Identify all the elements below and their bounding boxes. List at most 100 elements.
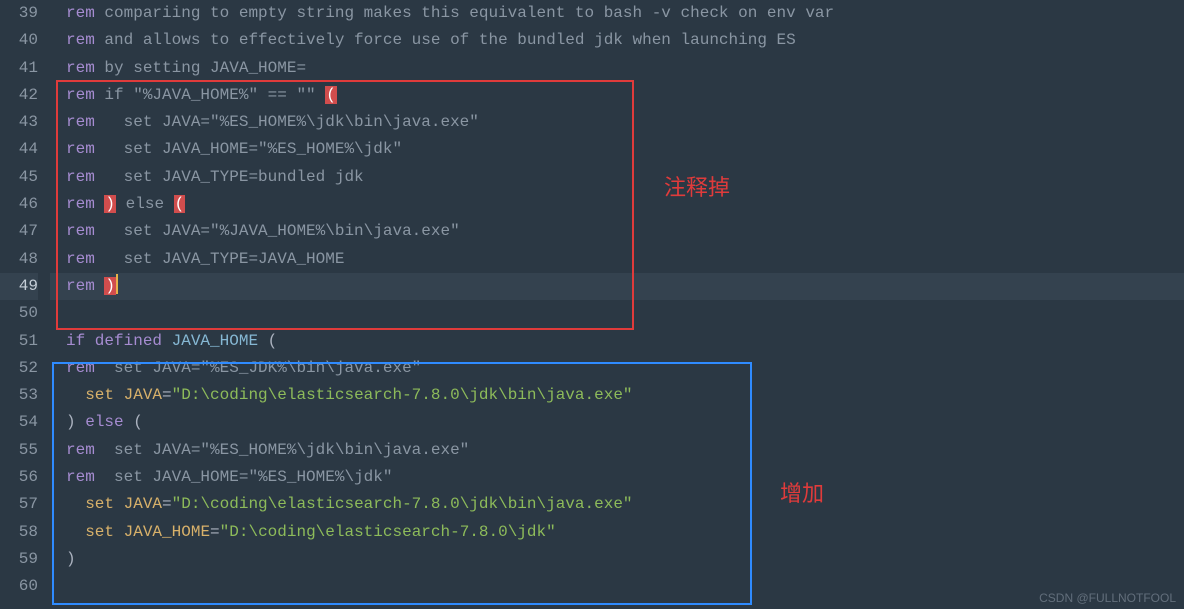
line-number: 46 [0,191,38,218]
keyword-set: set [85,523,114,541]
line-number: 49 [0,273,38,300]
line-number: 53 [0,382,38,409]
keyword-rem: rem [66,4,95,22]
space [114,495,124,513]
line-number: 58 [0,519,38,546]
code-line: if defined JAVA_HOME ( [50,328,1184,355]
keyword-rem: rem [66,86,95,104]
keyword-set: set [85,495,114,513]
comment-text: by setting JAVA_HOME= [95,59,306,77]
comment-text: set JAVA="%JAVA_HOME%\bin\java.exe" [95,222,460,240]
text-cursor [116,274,118,294]
keyword-rem: rem [66,250,95,268]
code-editor[interactable]: 39 40 41 42 43 44 45 46 47 48 49 50 51 5… [0,0,1184,609]
line-gutter: 39 40 41 42 43 44 45 46 47 48 49 50 51 5… [0,0,50,609]
line-number: 59 [0,546,38,573]
line-number: 42 [0,82,38,109]
code-line: rem set JAVA="%ES_HOME%\jdk\bin\java.exe… [50,109,1184,136]
comment-text: set JAVA="%ES_JDK%\bin\java.exe" [95,359,421,377]
keyword-rem: rem [66,31,95,49]
code-line: rem compariing to empty string makes thi… [50,0,1184,27]
code-line: rem set JAVA="%ES_JDK%\bin\java.exe" [50,355,1184,382]
code-line: rem set JAVA_TYPE=bundled jdk [50,164,1184,191]
paren: ) [66,413,76,431]
line-number: 55 [0,437,38,464]
identifier: JAVA_HOME [172,332,268,350]
keyword-rem: rem [66,468,95,486]
keyword-rem: rem [66,59,95,77]
string-literal: "D:\coding\elasticsearch-7.8.0\jdk" [220,523,556,541]
code-line: rem set JAVA_HOME="%ES_HOME%\jdk" [50,464,1184,491]
equals: = [162,386,172,404]
keyword-defined: defined [85,332,171,350]
keyword-rem: rem [66,140,95,158]
line-number: 39 [0,0,38,27]
error-token: ) [104,277,116,295]
indent [66,495,85,513]
comment-text: "%JAVA_HOME%" [133,86,258,104]
comment-text: == [258,86,296,104]
line-number: 51 [0,328,38,355]
code-line: rem set JAVA_HOME="%ES_HOME%\jdk" [50,136,1184,163]
paren: ( [268,332,278,350]
line-number: 56 [0,464,38,491]
identifier: JAVA [124,386,162,404]
keyword-rem: rem [66,441,95,459]
line-number: 60 [0,573,38,600]
keyword-rem: rem [66,168,95,186]
comment-text [316,86,326,104]
comment-text [95,277,105,295]
comment-text: and allows to effectively force use of t… [95,31,796,49]
code-line: rem and allows to effectively force use … [50,27,1184,54]
line-number: 45 [0,164,38,191]
identifier: JAVA_HOME [124,523,210,541]
keyword-if: if [66,332,85,350]
line-number: 57 [0,491,38,518]
string-literal: "D:\coding\elasticsearch-7.8.0\jdk\bin\j… [172,495,633,513]
identifier: JAVA [124,495,162,513]
line-number: 47 [0,218,38,245]
code-line: set JAVA="D:\coding\elasticsearch-7.8.0\… [50,491,1184,518]
error-token: ( [174,195,186,213]
code-line: rem ) [50,273,1184,300]
comment-text: set JAVA_TYPE=bundled jdk [95,168,364,186]
line-number: 54 [0,409,38,436]
keyword-rem: rem [66,113,95,131]
keyword-set: set [85,386,114,404]
indent [66,386,85,404]
keyword-rem: rem [66,195,95,213]
line-number: 50 [0,300,38,327]
string-literal: "D:\coding\elasticsearch-7.8.0\jdk\bin\j… [172,386,633,404]
comment-text: compariing to empty string makes this eq… [95,4,834,22]
indent [66,523,85,541]
line-number: 43 [0,109,38,136]
comment-text: set JAVA_HOME="%ES_HOME%\jdk" [95,468,393,486]
equals: = [210,523,220,541]
comment-text: set JAVA="%ES_HOME%\jdk\bin\java.exe" [95,113,479,131]
code-line: rem by setting JAVA_HOME= [50,55,1184,82]
paren: ( [133,413,143,431]
comment-text: if [95,86,133,104]
comment-text: else [116,195,174,213]
keyword-rem: rem [66,359,95,377]
line-number: 40 [0,27,38,54]
code-line: ) [50,546,1184,573]
code-line: rem set JAVA="%ES_HOME%\jdk\bin\java.exe… [50,437,1184,464]
watermark: CSDN @FULLNOTFOOL [1039,591,1176,605]
code-line [50,300,1184,327]
comment-text [95,195,105,213]
keyword-else: else [76,413,134,431]
code-line: set JAVA_HOME="D:\coding\elasticsearch-7… [50,519,1184,546]
line-number: 52 [0,355,38,382]
code-line: rem ) else ( [50,191,1184,218]
comment-text: "" [296,86,315,104]
equals: = [162,495,172,513]
line-number: 48 [0,246,38,273]
code-line: set JAVA="D:\coding\elasticsearch-7.8.0\… [50,382,1184,409]
comment-text: set JAVA_HOME="%ES_HOME%\jdk" [95,140,402,158]
code-line: rem if "%JAVA_HOME%" == "" ( [50,82,1184,109]
error-token: ( [325,86,337,104]
space [114,386,124,404]
code-line: rem set JAVA_TYPE=JAVA_HOME [50,246,1184,273]
code-area[interactable]: rem compariing to empty string makes thi… [50,0,1184,609]
